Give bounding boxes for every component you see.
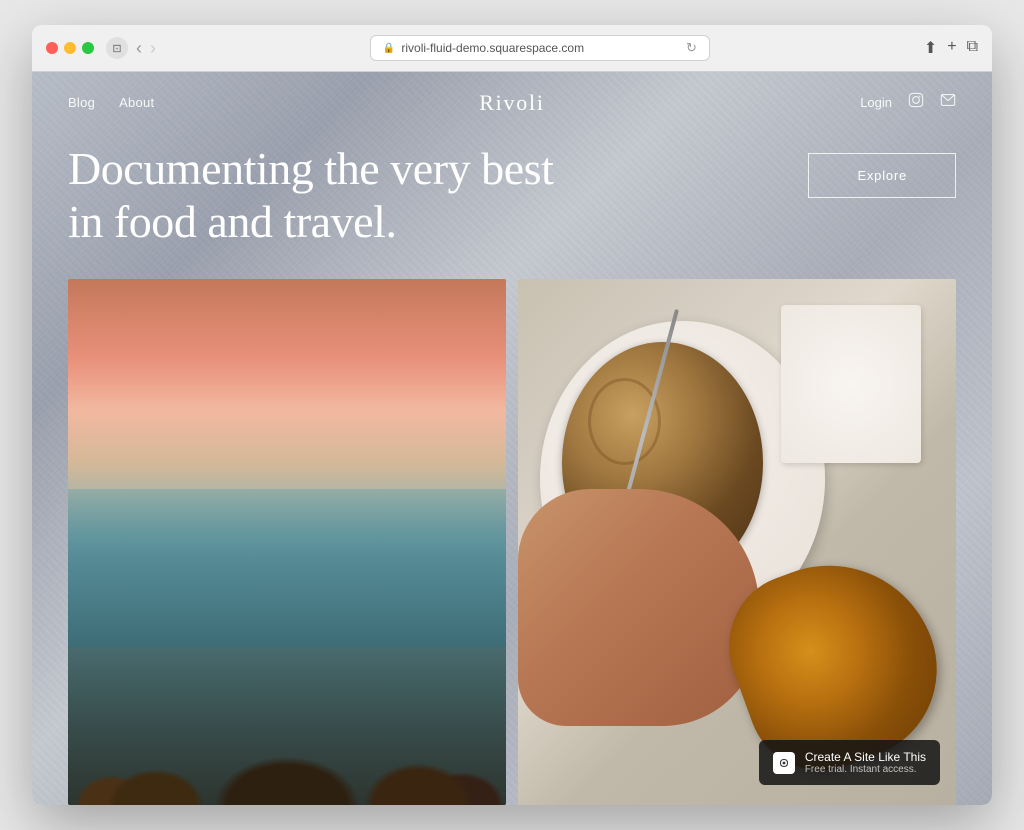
image-gallery: Create A Site Like This Free trial. Inst…: [32, 279, 992, 805]
explore-button[interactable]: Explore: [808, 153, 956, 198]
close-button[interactable]: [46, 42, 58, 54]
banner-main-text: Create A Site Like This: [805, 750, 926, 764]
address-bar-container: 🔒 rivoli-fluid-demo.squarespace.com ↻: [168, 35, 912, 61]
browser-actions: ⬆ + ⧉: [924, 38, 978, 58]
browser-chrome: ⊡ ‹ › 🔒 rivoli-fluid-demo.squarespace.co…: [32, 25, 992, 72]
new-tab-icon[interactable]: +: [947, 38, 956, 58]
banner-text-container: Create A Site Like This Free trial. Inst…: [805, 750, 926, 775]
nav-left: Blog About: [68, 95, 154, 110]
squarespace-logo: [773, 752, 795, 774]
email-icon[interactable]: [940, 92, 956, 113]
doily: [781, 305, 921, 463]
sidebar-toggle-button[interactable]: ⊡: [106, 37, 128, 59]
banner-sub-text: Free trial. Instant access.: [805, 764, 926, 775]
coastal-image: [68, 279, 506, 805]
browser-controls: ⊡ ‹ ›: [106, 37, 156, 59]
coffee-image: Create A Site Like This Free trial. Inst…: [518, 279, 956, 805]
maximize-button[interactable]: [82, 42, 94, 54]
browser-window: ⊡ ‹ › 🔒 rivoli-fluid-demo.squarespace.co…: [32, 25, 992, 805]
tabs-icon[interactable]: ⧉: [967, 38, 978, 58]
share-icon[interactable]: ⬆: [924, 38, 937, 58]
water-overlay: [68, 489, 506, 647]
forward-button[interactable]: ›: [150, 38, 156, 59]
hero-headline: Documenting the very best in food and tr…: [68, 143, 588, 249]
hand: [518, 489, 759, 726]
instagram-icon[interactable]: [908, 92, 924, 113]
reload-icon[interactable]: ↻: [686, 40, 697, 56]
coffee-scene: [518, 279, 956, 805]
site-brand[interactable]: Rivoli: [479, 90, 545, 116]
lock-icon: 🔒: [383, 43, 395, 54]
hero-section: Blog About Rivoli Login: [32, 72, 992, 805]
create-site-banner[interactable]: Create A Site Like This Free trial. Inst…: [759, 740, 940, 785]
login-button[interactable]: Login: [860, 95, 892, 110]
url-text: rivoli-fluid-demo.squarespace.com: [401, 41, 584, 55]
minimize-button[interactable]: [64, 42, 76, 54]
nav-right: Login: [860, 92, 956, 113]
nav-link-about[interactable]: About: [119, 95, 154, 110]
site-nav: Blog About Rivoli Login: [32, 72, 992, 133]
hero-content: Documenting the very best in food and tr…: [32, 133, 992, 279]
address-bar[interactable]: 🔒 rivoli-fluid-demo.squarespace.com ↻: [370, 35, 710, 61]
website-content: Blog About Rivoli Login: [32, 72, 992, 805]
coffee-ring: [588, 378, 661, 465]
back-button[interactable]: ‹: [136, 38, 142, 59]
traffic-lights: [46, 42, 94, 54]
nav-link-blog[interactable]: Blog: [68, 95, 95, 110]
